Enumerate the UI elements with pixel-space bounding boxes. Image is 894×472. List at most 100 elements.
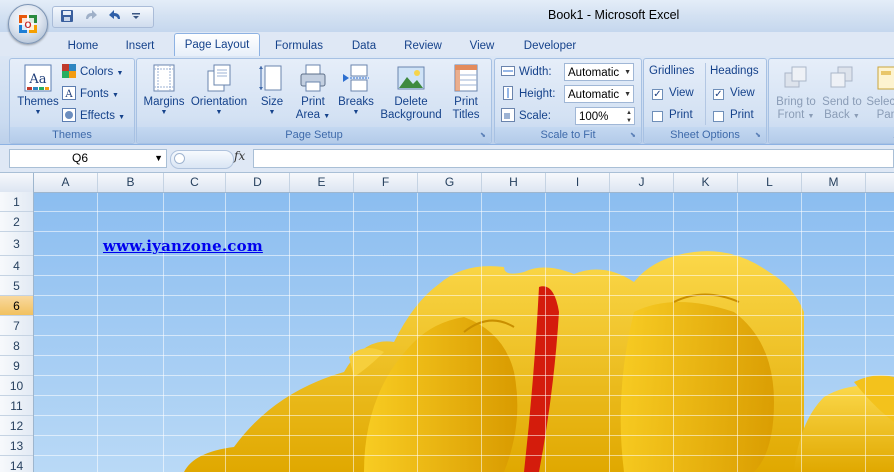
headings-print-checkbox[interactable] <box>713 111 724 122</box>
themes-label: Themes <box>17 96 59 108</box>
size-button[interactable]: Size ▼ <box>255 63 289 117</box>
bring-to-front-button[interactable]: Bring to Front ▼ <box>771 63 821 123</box>
window-title: Book1 - Microsoft Excel <box>548 8 680 22</box>
select-all-corner[interactable] <box>0 173 34 192</box>
row-header-12[interactable]: 12 <box>0 416 33 436</box>
themes-group: Aa Themes ▼ Colors ▼ A Fonts ▼ Effects ▼ … <box>9 58 135 144</box>
print-titles-button[interactable]: Print Titles <box>447 63 485 122</box>
tab-insert[interactable]: Insert <box>117 36 163 56</box>
formula-input[interactable] <box>253 149 894 168</box>
column-header-e[interactable]: E <box>290 173 354 192</box>
column-header-k[interactable]: K <box>674 173 738 192</box>
fonts-button[interactable]: A Fonts ▼ <box>62 85 119 103</box>
colors-icon <box>62 64 76 78</box>
column-header-f[interactable]: F <box>354 173 418 192</box>
row-header-5[interactable]: 5 <box>0 276 33 296</box>
hyperlink-iyanzone[interactable]: www.iyanzone.com <box>103 237 263 255</box>
delete-background-button[interactable]: Delete Background <box>379 63 443 122</box>
tab-home[interactable]: Home <box>60 36 106 56</box>
row-header-13[interactable]: 13 <box>0 436 33 456</box>
chevron-down-icon: ▼ <box>34 109 42 116</box>
column-header-j[interactable]: J <box>610 173 674 192</box>
tab-data[interactable]: Data <box>343 36 385 56</box>
fonts-label: Fonts <box>80 88 109 100</box>
tab-formulas[interactable]: Formulas <box>268 36 330 56</box>
send-to-back-button[interactable]: Send to Back ▼ <box>819 63 865 123</box>
arrange-group-label: A <box>769 127 894 143</box>
tab-page-layout[interactable]: Page Layout <box>174 33 260 58</box>
redo-icon[interactable] <box>80 6 102 26</box>
gridlines-view-checkbox[interactable]: ✓ <box>652 89 663 100</box>
spinner-arrows-icon[interactable]: ▲ ▼ <box>626 109 632 125</box>
width-label-row: Width: <box>501 63 552 81</box>
effects-label: Effects <box>80 110 115 122</box>
width-icon <box>501 64 515 78</box>
row-header-11[interactable]: 11 <box>0 396 33 416</box>
send-to-back-label-1: Send to <box>822 96 862 108</box>
row-header-9[interactable]: 9 <box>0 356 33 376</box>
row-header-7[interactable]: 7 <box>0 316 33 336</box>
row-header-4[interactable]: 4 <box>0 256 33 276</box>
height-icon <box>501 86 515 100</box>
themes-icon: Aa <box>23 63 53 93</box>
scale-spinner[interactable]: 100% ▲ ▼ <box>575 107 635 125</box>
breaks-button[interactable]: Breaks ▼ <box>335 63 377 117</box>
breaks-icon <box>341 63 371 93</box>
sheet-options-launcher-icon[interactable]: ⬊ <box>755 132 763 140</box>
chevron-down-icon[interactable]: ▼ <box>154 150 163 167</box>
selection-pane-button[interactable]: Selection Pane <box>865 63 894 122</box>
column-header-h[interactable]: H <box>482 173 546 192</box>
print-titles-label-2: Titles <box>452 109 480 121</box>
row-header-3[interactable]: 3 <box>0 232 33 256</box>
height-combo[interactable]: Automatic ▼ <box>564 85 634 103</box>
column-header-g[interactable]: G <box>418 173 482 192</box>
width-combo[interactable]: Automatic ▼ <box>564 63 634 81</box>
name-box[interactable]: Q6 ▼ <box>9 149 167 168</box>
svg-text:Aa: Aa <box>28 72 46 87</box>
column-header-a[interactable]: A <box>34 173 98 192</box>
worksheet-grid[interactable]: ABCDEFGHIJKLM 1 2 3 4 5 6 7 8 9 10 11 12 13 14 www.iy… <box>0 173 894 472</box>
office-button[interactable]: O <box>8 4 48 44</box>
row-header-10[interactable]: 10 <box>0 376 33 396</box>
themes-button[interactable]: Aa Themes ▼ <box>13 63 63 117</box>
colors-button[interactable]: Colors ▼ <box>62 63 123 81</box>
row-header-6[interactable]: 6 <box>0 296 33 316</box>
undo-icon[interactable] <box>104 6 126 26</box>
page-setup-launcher-icon[interactable]: ⬊ <box>480 132 488 140</box>
scale-to-fit-launcher-icon[interactable]: ⬊ <box>630 132 638 140</box>
column-header-l[interactable]: L <box>738 173 802 192</box>
row-header-2[interactable]: 2 <box>0 212 33 232</box>
chevron-down-icon: ▼ <box>160 109 168 116</box>
column-header-b[interactable]: B <box>98 173 164 192</box>
customize-icon[interactable] <box>128 6 144 26</box>
orientation-button[interactable]: Orientation ▼ <box>187 63 251 117</box>
page-setup-group-label: Page Setup <box>137 127 491 143</box>
save-icon[interactable] <box>56 6 78 26</box>
row-header-8[interactable]: 8 <box>0 336 33 356</box>
headings-view-checkbox[interactable]: ✓ <box>713 89 724 100</box>
effects-button[interactable]: Effects ▼ <box>62 107 125 125</box>
column-header-m[interactable]: M <box>802 173 866 192</box>
arrange-group: Bring to Front ▼ Send to Back ▼ Selectio… <box>768 58 894 144</box>
print-area-button[interactable]: Print Area ▼ <box>293 63 333 123</box>
column-header-i[interactable]: I <box>546 173 610 192</box>
tab-view[interactable]: View <box>462 36 502 56</box>
row-header-14[interactable]: 14 <box>0 456 33 472</box>
column-header-c[interactable]: C <box>164 173 226 192</box>
margins-button[interactable]: Margins ▼ <box>139 63 189 117</box>
name-box-value: Q6 <box>72 151 89 165</box>
print-titles-icon <box>451 63 481 93</box>
title-bar: Book1 - Microsoft Excel <box>0 0 894 32</box>
margins-icon <box>149 63 179 93</box>
column-header-d[interactable]: D <box>226 173 290 192</box>
gridlines-print-checkbox[interactable] <box>652 111 663 122</box>
insert-function-icon[interactable]: fx <box>234 149 245 163</box>
tab-developer[interactable]: Developer <box>518 36 582 56</box>
tab-review[interactable]: Review <box>398 36 448 56</box>
bring-to-front-label-2: Front <box>777 109 805 121</box>
scale-label-row: Scale: <box>501 107 551 125</box>
selection-pane-label-2: Pane <box>876 109 894 121</box>
row-header-1[interactable]: 1 <box>0 192 33 212</box>
svg-text:A: A <box>64 89 73 100</box>
background-picture-icon <box>396 63 426 93</box>
